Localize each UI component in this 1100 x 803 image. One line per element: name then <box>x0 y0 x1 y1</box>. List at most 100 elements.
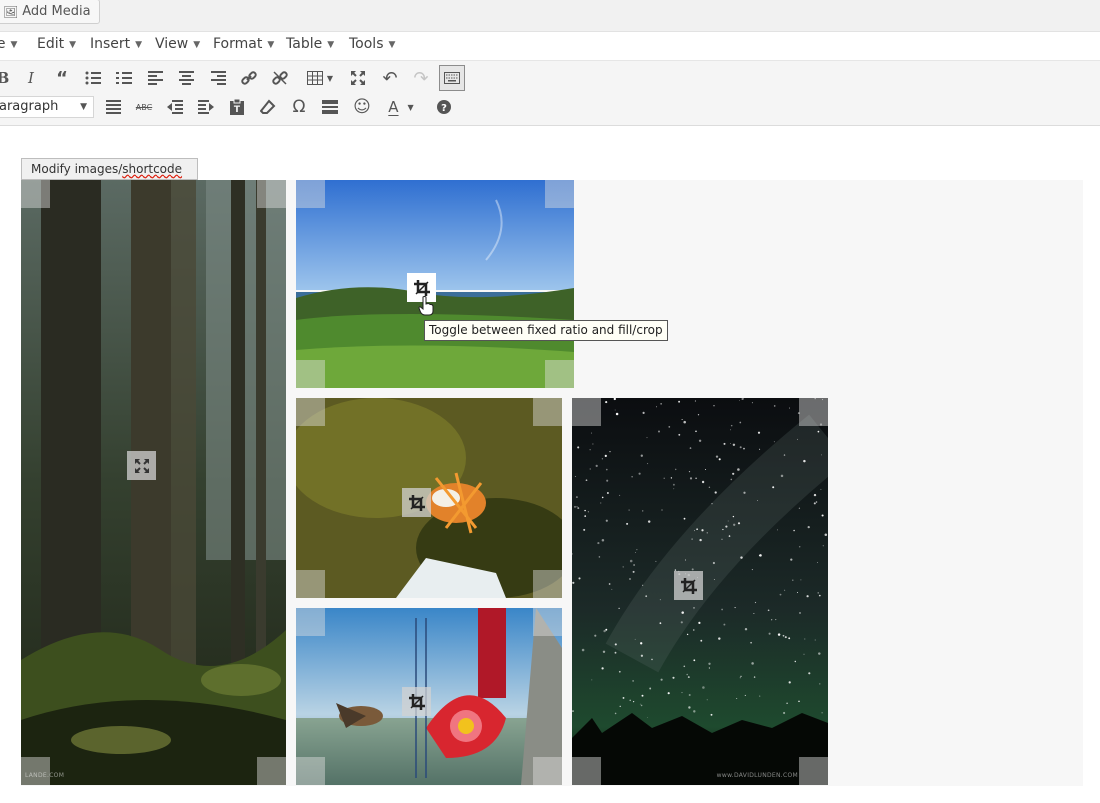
toolbar-toggle-button[interactable] <box>439 65 465 91</box>
gallery-image-coast[interactable] <box>296 180 574 388</box>
star <box>606 492 609 494</box>
star <box>797 438 798 440</box>
star <box>609 450 611 453</box>
star <box>611 588 613 590</box>
star <box>577 446 580 449</box>
align-right-icon[interactable] <box>205 65 231 91</box>
editor-menubar: le ▼ Edit ▼ Insert ▼ View ▼ Format ▼ Table ▼ T… <box>0 32 1100 61</box>
align-center-icon[interactable] <box>173 65 199 91</box>
star <box>628 509 630 511</box>
star <box>727 520 729 522</box>
gallery-image-night-sky[interactable]: www.DAVIDLUNDEN.COM <box>572 398 828 785</box>
star <box>713 405 715 407</box>
insert-link-icon[interactable] <box>236 65 262 91</box>
expand-icon[interactable] <box>127 451 156 480</box>
menu-view[interactable]: View ▼ <box>155 36 200 52</box>
chevron-down-icon: ▼ <box>327 40 335 50</box>
numbered-list-icon[interactable] <box>111 65 137 91</box>
star <box>651 658 653 661</box>
menu-file-label: le <box>0 36 6 52</box>
align-justify-icon[interactable] <box>100 94 126 120</box>
indent-icon[interactable] <box>193 94 219 120</box>
bulleted-list-icon[interactable] <box>80 65 106 91</box>
star <box>592 443 594 445</box>
bold-icon[interactable]: B <box>0 65 16 91</box>
star <box>573 505 577 508</box>
redo-icon[interactable]: ↷ <box>408 65 434 91</box>
star <box>806 595 809 598</box>
star <box>678 400 681 403</box>
svg-text:?: ? <box>441 103 447 114</box>
star <box>767 609 770 612</box>
crop-toggle-icon[interactable] <box>674 571 703 600</box>
menu-file[interactable]: le ▼ <box>0 36 17 52</box>
undo-icon[interactable]: ↶ <box>377 65 403 91</box>
outdent-icon[interactable] <box>162 94 188 120</box>
help-icon[interactable]: ? <box>431 94 457 120</box>
star <box>629 559 633 563</box>
clear-formatting-icon[interactable] <box>255 94 281 120</box>
star <box>804 638 806 640</box>
star <box>814 639 816 641</box>
format-select[interactable]: aragraph ▼ <box>0 96 94 118</box>
star <box>689 447 692 449</box>
star <box>740 556 743 559</box>
gallery-image-nudibranch[interactable] <box>296 398 562 598</box>
align-left-icon[interactable] <box>142 65 168 91</box>
star <box>660 403 662 405</box>
star <box>798 507 801 509</box>
add-media-button[interactable]: 🖼 Add Media <box>0 0 100 24</box>
text-color-button[interactable]: A ▼ <box>381 94 421 120</box>
star <box>715 455 719 458</box>
star <box>730 424 733 427</box>
strikethrough-icon[interactable]: ABC <box>131 94 157 120</box>
star <box>663 477 665 479</box>
crop-toggle-icon[interactable] <box>402 488 431 517</box>
gallery-image-hummingbird[interactable] <box>296 608 562 785</box>
star <box>695 477 697 479</box>
blockquote-icon[interactable]: “ <box>49 65 75 91</box>
photo-watermark: LANDE.COM <box>25 772 65 779</box>
menu-format[interactable]: Format ▼ <box>213 36 274 52</box>
star <box>757 431 761 434</box>
star <box>605 628 608 631</box>
star <box>743 491 746 494</box>
table-icon[interactable]: ▼ <box>300 65 340 91</box>
star <box>640 642 643 645</box>
star <box>639 703 641 705</box>
tile-corner <box>572 398 601 426</box>
tile-corner <box>296 180 325 208</box>
gallery-image-forest[interactable]: LANDE.COM <box>21 180 286 785</box>
crop-toggle-icon[interactable] <box>402 687 431 716</box>
star <box>683 665 686 668</box>
star <box>691 538 693 540</box>
chevron-down-icon: ▼ <box>10 40 18 50</box>
italic-icon[interactable]: I <box>18 65 44 91</box>
star <box>689 477 693 480</box>
menu-edit[interactable]: Edit ▼ <box>37 36 76 52</box>
star <box>605 401 608 404</box>
menu-insert[interactable]: Insert ▼ <box>90 36 142 52</box>
star <box>604 454 607 458</box>
star <box>743 447 745 450</box>
menu-tools[interactable]: Tools ▼ <box>349 36 395 52</box>
star <box>723 623 726 626</box>
paste-as-text-icon[interactable]: T <box>224 94 250 120</box>
horizontal-line-icon[interactable] <box>317 94 343 120</box>
star <box>589 449 591 451</box>
special-character-icon[interactable]: Ω <box>286 94 312 120</box>
star <box>733 523 736 526</box>
star <box>575 496 578 499</box>
star <box>590 432 593 434</box>
tile-corner <box>296 608 325 636</box>
star <box>681 692 683 694</box>
remove-link-icon[interactable] <box>267 65 293 91</box>
fullscreen-icon[interactable] <box>345 65 371 91</box>
modify-images-shortcode-button[interactable]: Modify images/shortcode <box>21 158 198 180</box>
emoticons-icon[interactable]: ☺ <box>349 94 375 120</box>
menu-table[interactable]: Table ▼ <box>286 36 334 52</box>
star <box>728 535 731 537</box>
chevron-down-icon: ▼ <box>326 73 334 83</box>
star <box>732 472 735 475</box>
star <box>818 652 821 655</box>
